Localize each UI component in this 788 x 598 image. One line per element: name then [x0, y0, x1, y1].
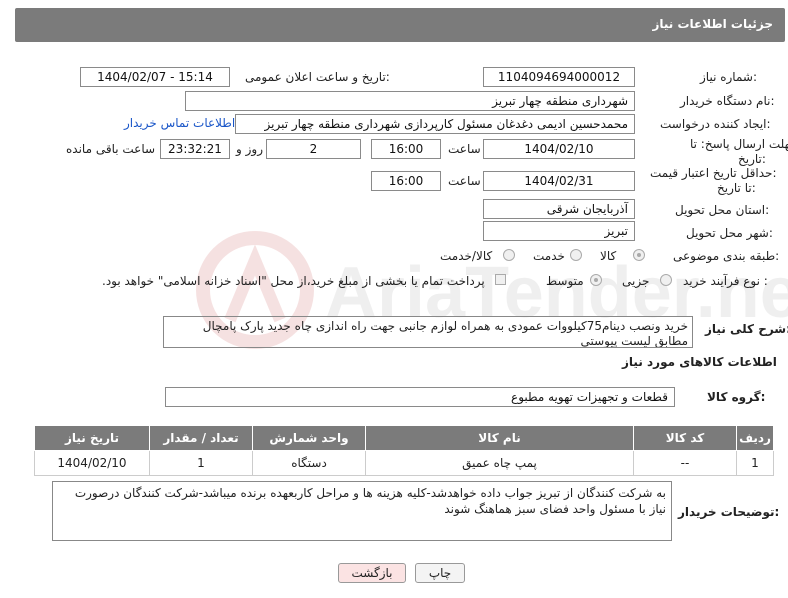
process-radio-medium[interactable]	[590, 274, 602, 286]
goods-info-title: اطلاعات کالاهای مورد نیاز	[622, 355, 777, 369]
goods-group-field: قطعات و تجهیزات تهویه مطبوع	[165, 387, 675, 407]
price-validity-time-field: 16:00	[371, 171, 441, 191]
buyer-org-label: نام دستگاه خریدار:	[680, 94, 775, 108]
buyer-org-field: شهرداری منطقه چهار تبریز	[185, 91, 635, 111]
category-option-service: خدمت	[533, 249, 565, 263]
cell-row-number: 1	[736, 450, 774, 476]
deadline-label-line2: تاریخ:	[738, 152, 766, 166]
category-radio-goods-service[interactable]	[503, 249, 515, 261]
deadline-days-field: 2	[266, 139, 361, 159]
category-radio-service[interactable]	[570, 249, 582, 261]
col-header-item-name: نام کالا	[365, 425, 634, 451]
buyer-contact-link[interactable]: اطلاعات تماس خریدار	[124, 116, 235, 130]
remaining-time-label: ساعت باقی مانده	[66, 142, 156, 156]
buyer-notes-textarea: به شرکت کنندگان از تبریز جواب داده خواهد…	[52, 481, 672, 541]
delivery-city-field: تبریز	[483, 221, 635, 241]
col-header-quantity: تعداد / مقدار	[149, 425, 253, 451]
category-option-goods-service: کالا/خدمت	[440, 249, 493, 263]
deadline-time-field: 16:00	[371, 139, 441, 159]
remaining-time-field: 23:32:21	[160, 139, 230, 159]
process-radio-minor[interactable]	[660, 274, 672, 286]
deadline-days-label: روز و	[236, 142, 263, 156]
description-textarea: خرید ونصب دینام75کیلووات عمودی به همراه …	[163, 316, 693, 348]
deadline-label-line1: مهلت ارسال پاسخ: تا	[690, 137, 788, 151]
table-row: 1 -- پمپ چاه عمیق دستگاه 1 1404/02/10	[34, 450, 774, 476]
delivery-province-field: آذربایجان شرقی	[483, 199, 635, 219]
col-header-need-date: تاریخ نیاز	[34, 425, 150, 451]
requester-label: ایجاد کننده درخواست:	[660, 117, 771, 131]
items-table: ردیف کد کالا نام کالا واحد شمارش تعداد /…	[34, 425, 774, 476]
goods-group-label: گروه کالا:	[707, 390, 766, 404]
back-button[interactable]: بازگشت	[338, 563, 406, 583]
deadline-date-field: 1404/02/10	[483, 139, 635, 159]
treasury-payment-checkbox[interactable]	[495, 274, 506, 285]
announce-datetime-label: تاریخ و ساعت اعلان عمومی:	[245, 70, 390, 84]
need-number-label: شماره نیاز:	[700, 70, 758, 84]
description-label: شرح کلی نیاز:	[705, 322, 788, 336]
process-option-medium: متوسط	[546, 274, 584, 288]
col-header-unit: واحد شمارش	[252, 425, 366, 451]
category-label: طبقه بندی موضوعی:	[673, 249, 780, 263]
announce-datetime-field: 1404/02/07 - 15:14	[80, 67, 230, 87]
price-validity-label-line2: تا تاریخ:	[717, 181, 756, 195]
cell-quantity: 1	[149, 450, 253, 476]
page-title: جزئیات اطلاعات نیاز	[652, 17, 773, 31]
requester-field: محمدحسین ادیمی دغدغان مسئول کارپردازی شه…	[235, 114, 635, 134]
deadline-time-label: ساعت	[448, 142, 481, 156]
category-option-goods: کالا	[600, 249, 617, 263]
need-number-field: 1104094694000012	[483, 67, 635, 87]
cell-item-name: پمپ چاه عمیق	[365, 450, 634, 476]
process-option-minor: جزیی	[622, 274, 650, 288]
category-radio-goods[interactable]	[633, 249, 645, 261]
col-header-item-code: کد کالا	[633, 425, 737, 451]
treasury-payment-note: پرداخت تمام یا بخشی از مبلغ خرید،از محل …	[102, 274, 485, 288]
cell-item-code: --	[633, 450, 737, 476]
print-button[interactable]: چاپ	[415, 563, 465, 583]
delivery-city-label: شهر محل تحویل:	[686, 226, 773, 240]
price-validity-time-label: ساعت	[448, 174, 481, 188]
cell-need-date: 1404/02/10	[34, 450, 150, 476]
buyer-notes-label: توضیحات خریدار:	[678, 505, 780, 519]
items-table-header-row: ردیف کد کالا نام کالا واحد شمارش تعداد /…	[34, 425, 774, 451]
price-validity-label-line1: حداقل تاریخ اعتبار قیمت:	[650, 166, 777, 180]
process-type-label: نوع فرآیند خرید :	[683, 274, 768, 288]
cell-unit: دستگاه	[252, 450, 366, 476]
col-header-row-number: ردیف	[736, 425, 774, 451]
delivery-province-label: استان محل تحویل:	[675, 203, 770, 217]
page-header: جزئیات اطلاعات نیاز	[15, 8, 785, 42]
price-validity-date-field: 1404/02/31	[483, 171, 635, 191]
